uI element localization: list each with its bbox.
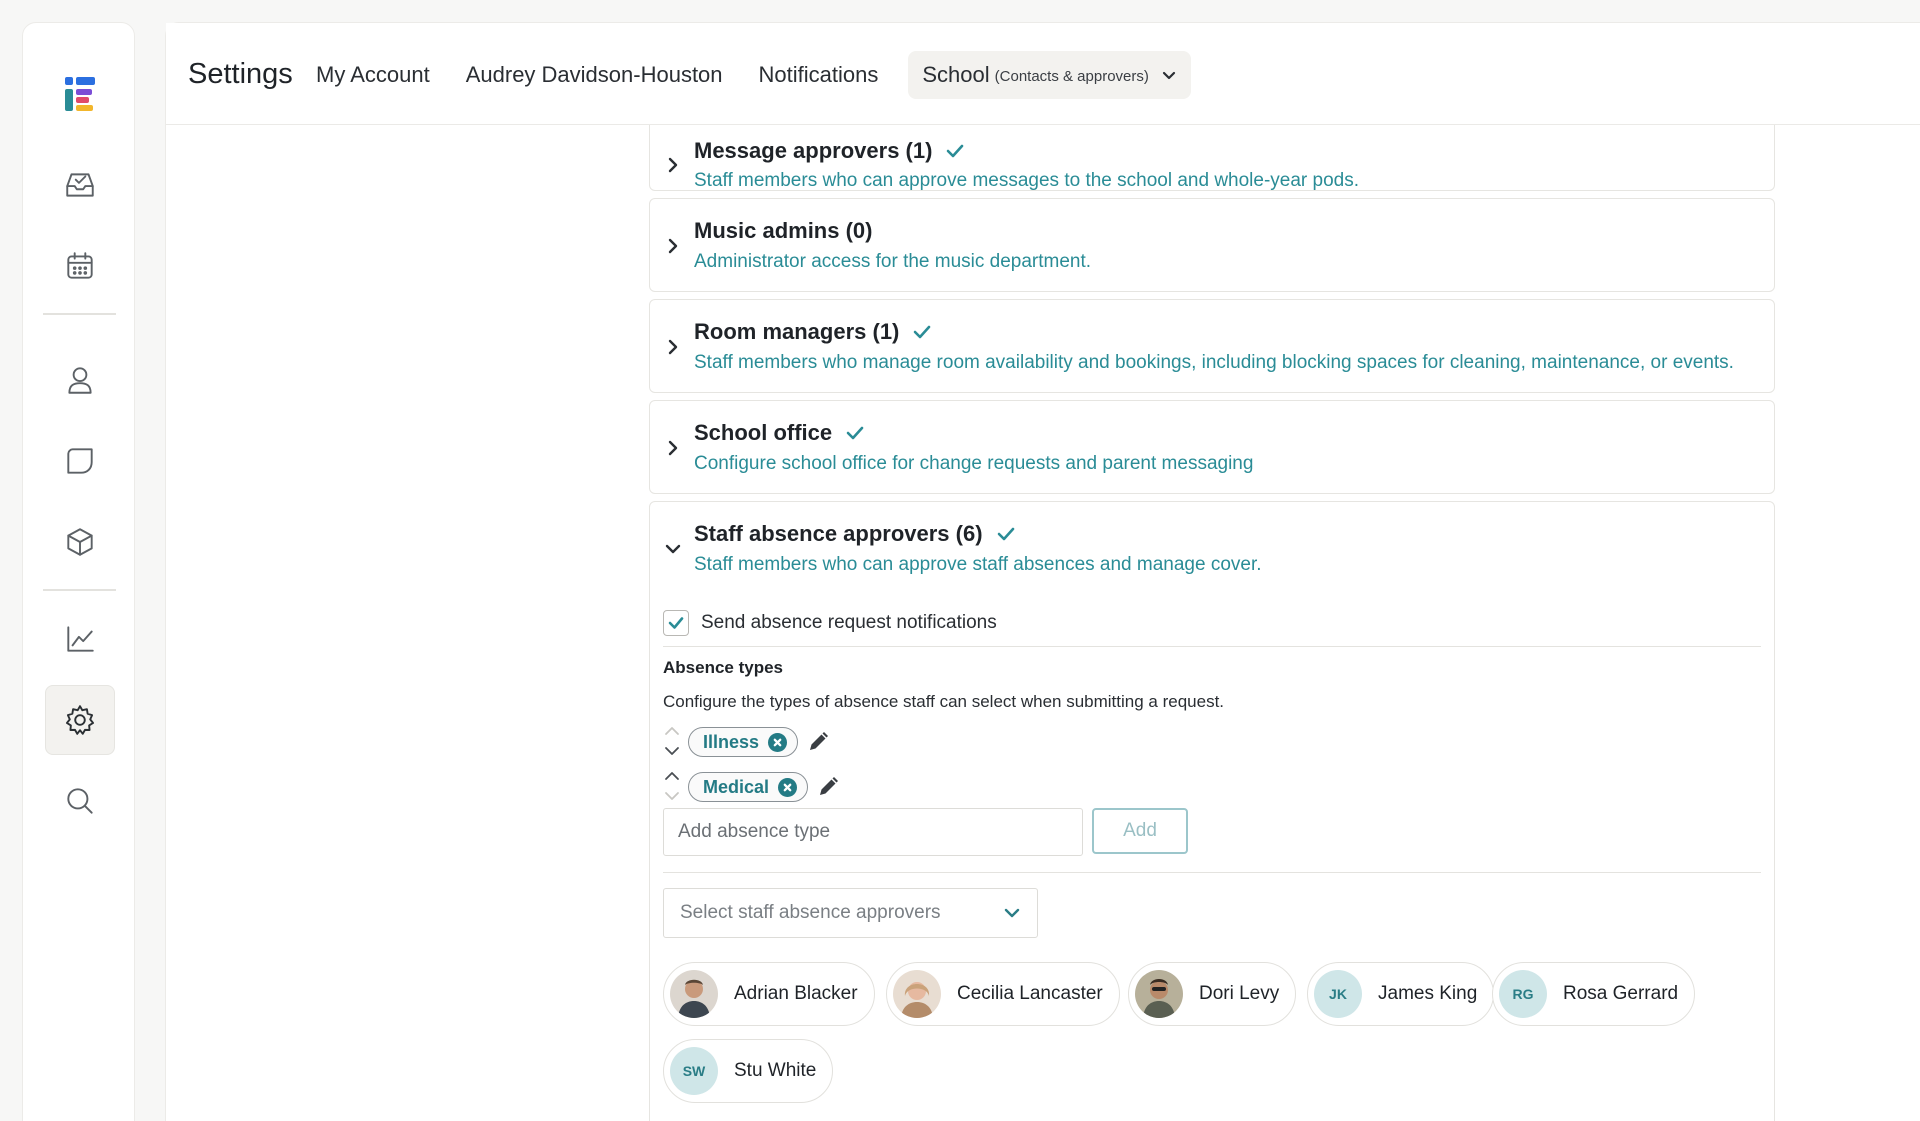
approver-name: Adrian Blacker <box>734 983 858 1004</box>
approvers-select-placeholder: Select staff absence approvers <box>680 902 941 923</box>
absence-types-desc: Configure the types of absence staff can… <box>663 692 1225 711</box>
section-title: Message approvers (1) <box>694 138 966 164</box>
tab-my-account[interactable]: My Account <box>298 51 448 99</box>
section-desc: Staff members who manage room availabili… <box>694 352 1734 373</box>
chevron-right-icon[interactable] <box>664 439 682 457</box>
approver-name: Cecilia Lancaster <box>957 983 1103 1004</box>
add-absence-type-input[interactable] <box>663 808 1083 856</box>
chevron-up-icon[interactable] <box>664 770 680 782</box>
search-icon[interactable] <box>45 766 115 836</box>
chevron-down-icon[interactable] <box>664 745 680 757</box>
main-area: Settings My Account Audrey Davidson-Hous… <box>165 22 1920 1121</box>
divider <box>663 646 1761 647</box>
tab-notifications[interactable]: Notifications <box>741 51 897 99</box>
app-rail <box>22 22 135 1121</box>
section-title[interactable]: Staff absence approvers (6) <box>694 521 1017 547</box>
chat-icon[interactable] <box>45 426 115 496</box>
chevron-down-icon <box>1162 71 1175 80</box>
gear-icon[interactable] <box>45 685 115 755</box>
section-desc: Staff members who can approve staff abse… <box>694 554 1262 575</box>
approver-chip[interactable]: Adrian Blacker <box>663 962 875 1026</box>
chevron-down-icon[interactable] <box>664 790 680 802</box>
chevron-right-icon[interactable] <box>664 237 682 255</box>
reorder-handle[interactable] <box>663 768 681 806</box>
avatar: RG <box>1499 970 1547 1018</box>
chevron-right-icon[interactable] <box>664 156 682 174</box>
chevron-up-icon[interactable] <box>664 725 680 737</box>
approver-name: Rosa Gerrard <box>1563 983 1679 1004</box>
tab-user-profile[interactable]: Audrey Davidson-Houston <box>448 51 741 99</box>
approver-chip[interactable]: JK James King <box>1307 962 1495 1026</box>
section-desc: Administrator access for the music depar… <box>694 251 1092 272</box>
section-desc: Staff members who can approve messages t… <box>694 170 1360 191</box>
section-music-admins[interactable]: Music admins (0) Administrator access fo… <box>649 198 1775 292</box>
section-title-text: Staff absence approvers (6) <box>694 521 983 546</box>
section-staff-absence-approvers: Staff absence approvers (6) Staff member… <box>649 501 1775 1121</box>
approver-name: Stu White <box>734 1060 817 1081</box>
pencil-icon[interactable] <box>816 775 840 799</box>
section-school-office[interactable]: School office Configure school office fo… <box>649 400 1775 494</box>
inbox-check-icon[interactable] <box>45 150 115 220</box>
avatar <box>670 970 718 1018</box>
section-desc: Configure school office for change reque… <box>694 453 1254 474</box>
tab-school-label: School <box>922 62 990 87</box>
absence-type-label: Medical <box>703 776 770 797</box>
reorder-handle[interactable] <box>663 723 681 761</box>
absence-type-tag: Illness <box>688 727 799 757</box>
approvers-select[interactable]: Select staff absence approvers <box>663 888 1038 938</box>
settings-header: Settings My Account Audrey Davidson-Hous… <box>166 23 1920 125</box>
absence-type-label: Illness <box>703 731 760 752</box>
section-room-managers[interactable]: Room managers (1) Staff members who mana… <box>649 299 1775 393</box>
page-title: Settings <box>188 58 293 90</box>
avatar: SW <box>670 1047 718 1095</box>
chevron-right-icon[interactable] <box>664 338 682 356</box>
calendar-icon[interactable] <box>45 231 115 301</box>
section-title: Room managers (1) <box>694 319 933 345</box>
approver-chip[interactable]: Cecilia Lancaster <box>886 962 1120 1026</box>
approver-chip[interactable]: RG Rosa Gerrard <box>1492 962 1696 1026</box>
check-icon <box>997 527 1014 541</box>
remove-icon[interactable] <box>768 732 788 752</box>
settings-content: Message approvers (1) Staff members who … <box>166 23 1920 1121</box>
absence-type-row: Illness <box>663 723 830 761</box>
cube-icon[interactable] <box>45 507 115 577</box>
rail-divider <box>43 313 116 315</box>
section-title-text: Music admins (0) <box>694 218 873 243</box>
avatar <box>1135 970 1183 1018</box>
divider <box>663 872 1761 873</box>
chart-icon[interactable] <box>45 604 115 674</box>
pencil-icon[interactable] <box>806 730 830 754</box>
chevron-down-icon[interactable] <box>664 540 682 558</box>
check-icon <box>668 617 684 629</box>
check-icon <box>947 144 964 158</box>
absence-type-row: Medical <box>663 768 840 806</box>
section-title-text: Message approvers (1) <box>694 138 933 163</box>
person-icon[interactable] <box>45 345 115 415</box>
section-title: School office <box>694 420 866 446</box>
notify-label: Send absence request notifications <box>701 612 997 633</box>
section-title-text: School office <box>694 420 833 445</box>
notify-checkbox[interactable] <box>663 610 689 636</box>
avatar: JK <box>1314 970 1362 1018</box>
avatar <box>893 970 941 1018</box>
add-absence-type-button[interactable]: Add <box>1092 808 1188 854</box>
approver-chip[interactable]: SW Stu White <box>663 1039 834 1103</box>
settings-tabs: My Account Audrey Davidson-Houston Notif… <box>298 51 1191 99</box>
absence-types-title: Absence types <box>663 658 783 677</box>
approver-chip[interactable]: Dori Levy <box>1128 962 1297 1026</box>
notify-row[interactable]: Send absence request notifications <box>663 610 997 636</box>
approver-name: James King <box>1378 983 1478 1004</box>
rail-divider <box>43 589 116 591</box>
chevron-down-icon <box>1004 908 1020 918</box>
app-logo[interactable] <box>65 77 95 111</box>
remove-icon[interactable] <box>778 777 798 797</box>
absence-type-tag: Medical <box>688 772 809 802</box>
tab-school-dropdown[interactable]: School (Contacts & approvers) <box>908 51 1191 99</box>
tab-school-sub: (Contacts & approvers) <box>994 68 1149 85</box>
section-title: Music admins (0) <box>694 218 872 244</box>
check-icon <box>914 325 931 339</box>
check-icon <box>846 426 864 440</box>
approver-name: Dori Levy <box>1199 983 1280 1004</box>
section-title-text: Room managers (1) <box>694 319 900 344</box>
